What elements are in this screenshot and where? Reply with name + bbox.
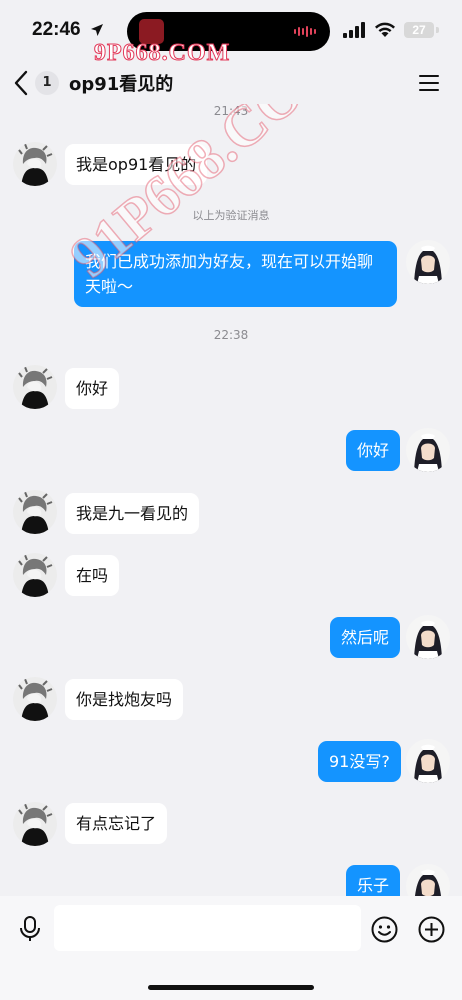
message-bubble-incoming[interactable]: 在吗 (65, 555, 120, 596)
message-list[interactable]: 21:43 我是op91看见的 以上为验证消息 我们已成功添加为好友，现在可以开… (0, 104, 462, 896)
microphone-icon[interactable] (18, 916, 42, 942)
self-avatar-image (406, 615, 450, 659)
self-avatar[interactable] (406, 864, 450, 896)
chevron-left-icon[interactable] (12, 70, 30, 96)
self-avatar[interactable] (406, 428, 450, 472)
contact-avatar[interactable] (13, 365, 57, 409)
plus-circle-icon[interactable] (418, 916, 445, 943)
wifi-icon (375, 22, 395, 37)
contact-avatar[interactable] (13, 490, 57, 534)
system-notice: 以上为验证消息 (192, 209, 270, 222)
status-bar: 22:46 27 9P668.COM (0, 0, 462, 67)
message-bubble-outgoing[interactable]: 然后呢 (330, 617, 401, 658)
message-bubble-outgoing[interactable]: 91没写? (318, 741, 401, 782)
smiley-icon[interactable] (371, 916, 398, 943)
contact-avatar-image (13, 553, 57, 597)
contact-avatar-image (13, 677, 57, 721)
chat-title: op91看见的 (69, 74, 174, 95)
message-bubble-incoming[interactable]: 我是op91看见的 (65, 144, 208, 185)
self-avatar[interactable] (406, 240, 450, 284)
self-avatar-image (406, 240, 450, 284)
self-avatar-image (406, 428, 450, 472)
message-bubble-outgoing[interactable]: 我们已成功添加为好友，现在可以开始聊天啦～ (74, 241, 397, 307)
message-bubble-outgoing[interactable]: 你好 (346, 430, 401, 471)
contact-avatar-image (13, 365, 57, 409)
message-input[interactable] (54, 905, 361, 951)
message-bubble-incoming[interactable]: 你好 (65, 368, 120, 409)
message-bubble-incoming[interactable]: 你是找炮友吗 (65, 679, 184, 720)
location-arrow-icon (91, 24, 103, 36)
clock: 22:46 (32, 19, 81, 40)
cellular-signal-icon (343, 22, 365, 38)
home-indicator[interactable] (148, 985, 314, 990)
message-bubble-outgoing[interactable]: 乐子 (346, 865, 401, 896)
hamburger-menu-icon[interactable] (418, 73, 440, 93)
timestamp: 22:38 (213, 328, 249, 342)
self-avatar-image (406, 739, 450, 783)
contact-avatar[interactable] (13, 802, 57, 846)
contact-avatar[interactable] (13, 677, 57, 721)
message-bubble-incoming[interactable]: 有点忘记了 (65, 803, 168, 844)
contact-avatar-image (13, 490, 57, 534)
self-avatar[interactable] (406, 739, 450, 783)
timestamp: 21:43 (213, 104, 249, 118)
contact-avatar[interactable] (13, 142, 57, 186)
composer-bar (0, 896, 462, 1000)
contact-avatar-image (13, 142, 57, 186)
contact-avatar-image (13, 802, 57, 846)
contact-avatar[interactable] (13, 553, 57, 597)
self-avatar[interactable] (406, 615, 450, 659)
battery-tip (436, 27, 439, 33)
battery-indicator: 27 (404, 22, 434, 38)
audio-wave-icon (294, 26, 316, 37)
unread-badge[interactable]: 1 (35, 71, 59, 95)
message-bubble-incoming[interactable]: 我是九一看见的 (65, 493, 200, 534)
chat-header: 1 op91看见的 (0, 62, 462, 104)
self-avatar-image (406, 864, 450, 896)
